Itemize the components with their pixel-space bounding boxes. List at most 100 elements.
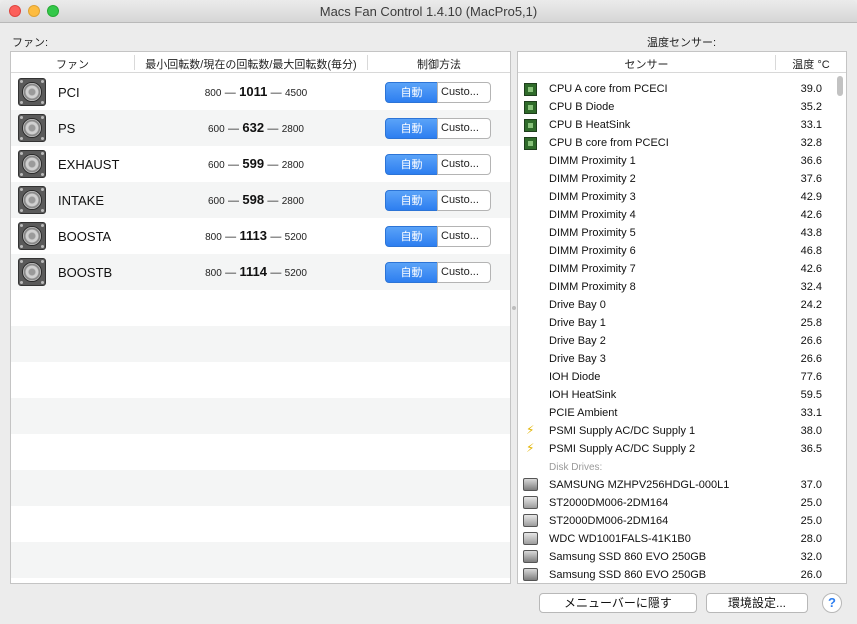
window-title: Macs Fan Control 1.4.10 (MacPro5,1) [319, 4, 538, 19]
control-segmented[interactable]: 自動 Custo... [385, 262, 491, 283]
fan-row[interactable]: BOOSTB 800 — 1114 — 5200 自動 Custo... [11, 254, 510, 290]
split-view-divider[interactable] [511, 305, 516, 313]
power-icon: ⚡ [526, 441, 535, 455]
sensor-row[interactable]: DIMM Proximity 8 32.4 [518, 278, 846, 296]
fan-name: PCI [58, 85, 80, 100]
auto-control-button[interactable]: 自動 [385, 118, 438, 139]
control-segmented[interactable]: 自動 Custo... [385, 190, 491, 211]
sensor-row[interactable]: DIMM Proximity 3 42.9 [518, 188, 846, 206]
column-header-sensor[interactable]: センサー [518, 56, 775, 72]
sensor-name: Samsung SSD 860 EVO 250GB [549, 551, 707, 563]
fan-row[interactable]: PS 600 — 632 — 2800 自動 Custo... [11, 110, 510, 146]
sensor-row[interactable]: Samsung SSD 860 EVO 250GB 26.0 [518, 566, 846, 583]
sensor-name: DIMM Proximity 8 [549, 281, 636, 293]
max-speed: 2800 [281, 196, 304, 207]
dash-separator: — [224, 87, 236, 99]
sensors-list[interactable]: CPU A core from PCECI 39.0 CPU B Diode 35.2… [518, 74, 846, 583]
fan-speeds: 800 — 1011 — 4500 [131, 84, 381, 99]
column-header-temperature[interactable]: 温度 °C [776, 56, 846, 72]
sensors-scrollbar[interactable] [837, 76, 843, 96]
custom-control-button[interactable]: Custo... [437, 82, 491, 103]
sensor-row[interactable]: DIMM Proximity 4 42.6 [518, 206, 846, 224]
hide-to-menubar-button[interactable]: メニューバーに隠す [539, 593, 697, 613]
sensor-row[interactable]: ⚡ PSMI Supply AC/DC Supply 2 36.5 [518, 440, 846, 458]
sensor-row[interactable]: IOH HeatSink 59.5 [518, 386, 846, 404]
auto-control-button[interactable]: 自動 [385, 154, 438, 175]
sensor-row[interactable]: WDC WD1001FALS-41K1B0 28.0 [518, 530, 846, 548]
sensor-name: Samsung SSD 860 EVO 250GB [549, 569, 707, 581]
auto-control-button[interactable]: 自動 [385, 226, 438, 247]
custom-control-button[interactable]: Custo... [437, 262, 491, 283]
current-speed: 1114 [239, 264, 267, 279]
dash-separator: — [225, 267, 237, 279]
fan-row[interactable]: PCI 800 — 1011 — 4500 自動 Custo... [11, 74, 510, 110]
column-header-speed[interactable]: 最小回転数/現在の回転数/最大回転数(毎分) [135, 56, 367, 72]
sensor-row[interactable]: SAMSUNG MZHPV256HDGL-000L1 37.0 [518, 476, 846, 494]
min-speed: 600 [207, 124, 225, 135]
sensor-row[interactable]: ST2000DM006-2DM164 25.0 [518, 494, 846, 512]
sensor-value: 42.6 [800, 209, 822, 221]
sensor-name: PSMI Supply AC/DC Supply 2 [549, 443, 696, 455]
fans-table-header: ファン 最小回転数/現在の回転数/最大回転数(毎分) 制御方法 [11, 52, 510, 73]
sensor-name: DIMM Proximity 2 [549, 173, 636, 185]
fan-name: PS [58, 121, 76, 136]
current-speed: 599 [242, 156, 265, 171]
sensor-row[interactable]: Drive Bay 3 26.6 [518, 350, 846, 368]
sensor-row[interactable]: CPU B Diode 35.2 [518, 98, 846, 116]
chip-icon [524, 137, 537, 150]
sensor-value: 38.0 [800, 425, 822, 437]
min-speed: 600 [207, 196, 225, 207]
row-stripe [11, 470, 510, 506]
column-header-control[interactable]: 制御方法 [368, 56, 510, 72]
control-segmented[interactable]: 自動 Custo... [385, 154, 491, 175]
sensor-row[interactable]: ST2000DM006-2DM164 25.0 [518, 512, 846, 530]
control-segmented[interactable]: 自動 Custo... [385, 226, 491, 247]
sensor-row[interactable]: Drive Bay 0 24.2 [518, 296, 846, 314]
current-speed: 1011 [239, 84, 268, 99]
sensor-name: ST2000DM006-2DM164 [549, 497, 669, 509]
chip-icon [524, 83, 537, 96]
sensor-row[interactable]: CPU B core from PCECI 32.8 [518, 134, 846, 152]
sensor-row[interactable]: Drive Bay 1 25.8 [518, 314, 846, 332]
sensor-row[interactable]: CPU B HeatSink 33.1 [518, 116, 846, 134]
control-segmented[interactable]: 自動 Custo... [385, 82, 491, 103]
fan-row[interactable]: INTAKE 600 — 598 — 2800 自動 Custo... [11, 182, 510, 218]
custom-control-button[interactable]: Custo... [437, 190, 491, 211]
custom-control-button[interactable]: Custo... [437, 118, 491, 139]
sensor-value: 24.2 [800, 299, 822, 311]
sensor-row[interactable]: PCIE Ambient 33.1 [518, 404, 846, 422]
sensor-row[interactable]: Drive Bay 2 26.6 [518, 332, 846, 350]
max-speed: 5200 [284, 268, 307, 279]
custom-control-button[interactable]: Custo... [437, 226, 491, 247]
row-stripe [11, 326, 510, 362]
sensor-row[interactable]: DIMM Proximity 2 37.6 [518, 170, 846, 188]
custom-control-button[interactable]: Custo... [437, 154, 491, 175]
help-button[interactable]: ? [822, 593, 842, 613]
sensor-row[interactable]: DIMM Proximity 6 46.8 [518, 242, 846, 260]
control-segmented[interactable]: 自動 Custo... [385, 118, 491, 139]
sensor-value: 35.2 [800, 101, 822, 113]
fan-row[interactable]: BOOSTA 800 — 1113 — 5200 自動 Custo... [11, 218, 510, 254]
fan-icon [18, 114, 46, 142]
sensor-value: 37.6 [800, 173, 822, 185]
power-icon: ⚡ [526, 423, 535, 437]
dash-separator: — [225, 231, 237, 243]
sensor-row[interactable]: IOH Diode 77.6 [518, 368, 846, 386]
chip-icon [524, 101, 537, 114]
auto-control-button[interactable]: 自動 [385, 262, 438, 283]
sensor-value: 32.0 [800, 551, 822, 563]
sensor-row[interactable]: Samsung SSD 860 EVO 250GB 32.0 [518, 548, 846, 566]
fan-row[interactable]: EXHAUST 600 — 599 — 2800 自動 Custo... [11, 146, 510, 182]
column-header-fan[interactable]: ファン [11, 56, 134, 72]
sensor-name: Drive Bay 3 [549, 353, 606, 365]
auto-control-button[interactable]: 自動 [385, 82, 438, 103]
auto-control-button[interactable]: 自動 [385, 190, 438, 211]
fan-icon [18, 222, 46, 250]
sensor-name: Drive Bay 1 [549, 317, 606, 329]
sensor-row[interactable]: DIMM Proximity 1 36.6 [518, 152, 846, 170]
sensor-row[interactable]: ⚡ PSMI Supply AC/DC Supply 1 38.0 [518, 422, 846, 440]
preferences-button[interactable]: 環境設定... [706, 593, 808, 613]
sensor-row[interactable]: DIMM Proximity 5 43.8 [518, 224, 846, 242]
sensor-row[interactable]: DIMM Proximity 7 42.6 [518, 260, 846, 278]
sensor-row[interactable]: CPU A core from PCECI 39.0 [518, 80, 846, 98]
